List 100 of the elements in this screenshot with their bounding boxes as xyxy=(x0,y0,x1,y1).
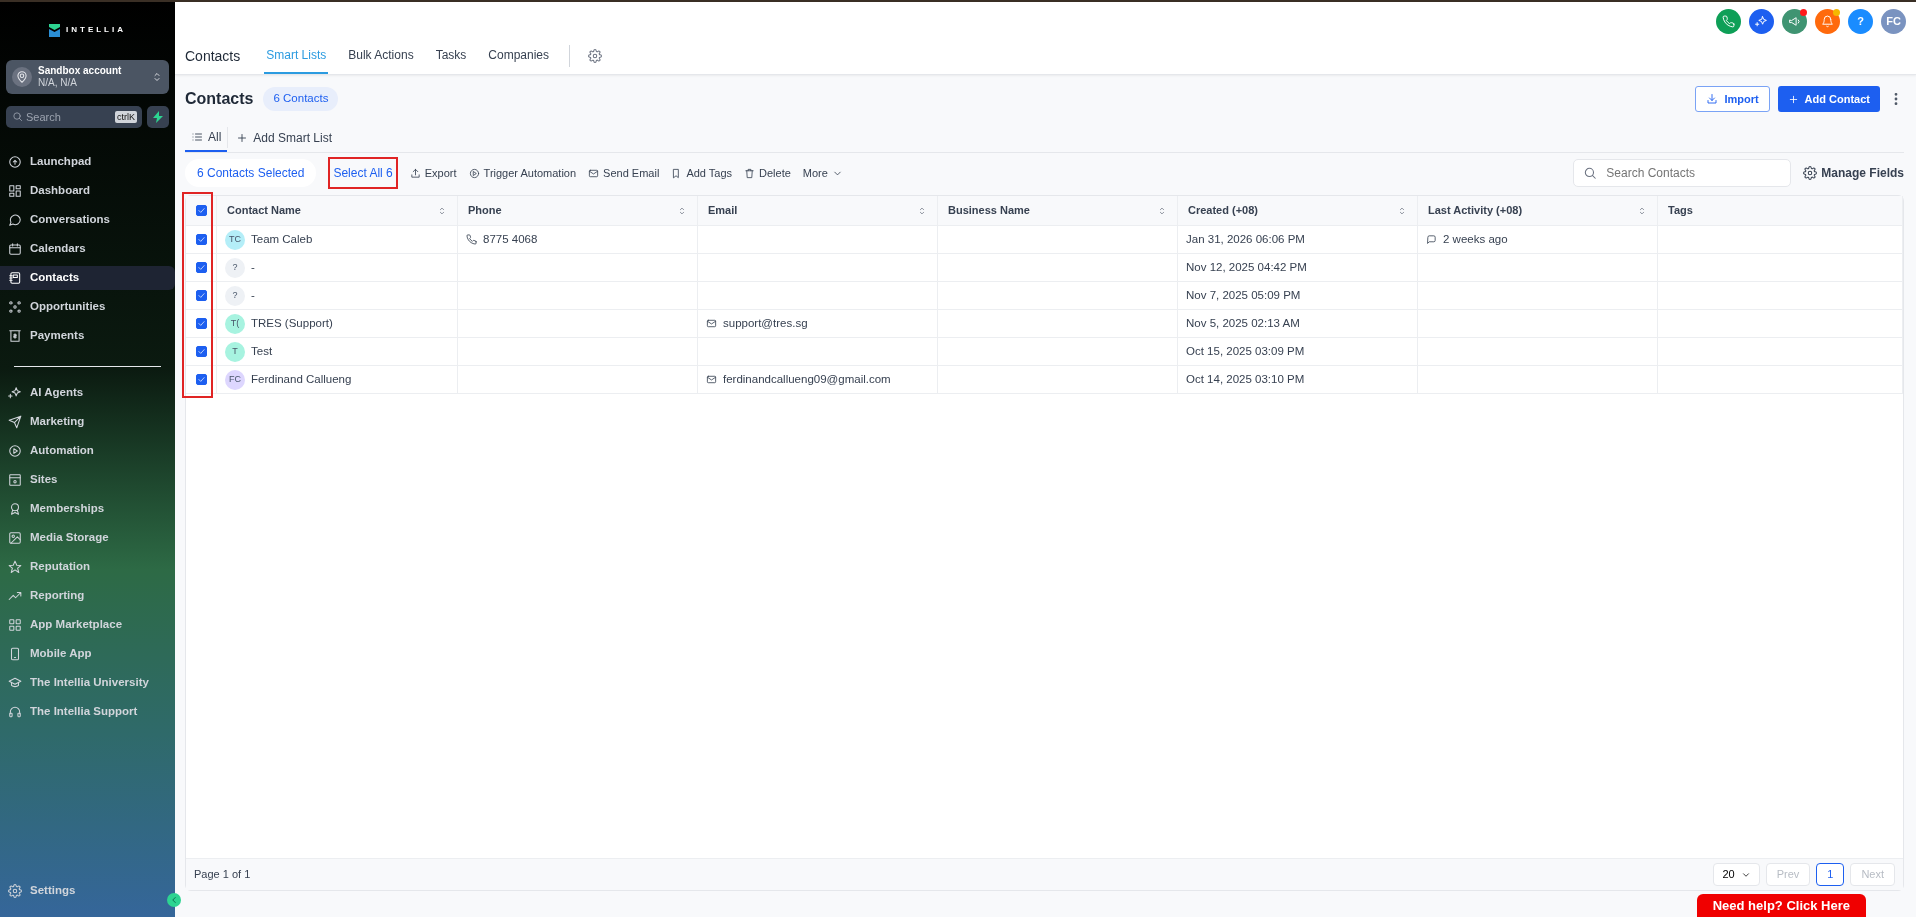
mail-icon xyxy=(706,374,717,385)
manage-fields-button[interactable]: Manage Fields xyxy=(1803,164,1904,182)
quick-action-button[interactable] xyxy=(147,106,169,128)
row-checkbox[interactable] xyxy=(195,234,207,245)
column-header[interactable]: Email xyxy=(708,202,738,219)
created-date: Jan 31, 2026 06:06 PM xyxy=(1186,231,1305,247)
browser-icon xyxy=(8,473,22,487)
trend-line-icon xyxy=(8,589,22,603)
contact-name: Test xyxy=(251,343,273,359)
ribbon-icon xyxy=(8,502,22,516)
settings-icon xyxy=(8,884,22,898)
account-switcher[interactable]: Sandbox account N/A, N/A xyxy=(6,60,169,94)
ai-button[interactable] xyxy=(1749,9,1774,34)
contact-count-badge: 6 Contacts xyxy=(263,87,339,111)
mail-icon xyxy=(588,167,600,179)
page-heading: Contacts xyxy=(185,46,241,66)
send-email-button[interactable]: Send Email xyxy=(588,164,660,182)
sidebar-item[interactable]: Reporting xyxy=(0,584,175,608)
sidebar-item[interactable]: Marketing xyxy=(0,410,175,434)
trigger-automation-button[interactable]: Trigger Automation xyxy=(468,164,577,182)
page-size-select[interactable]: 20 xyxy=(1713,863,1760,886)
select-all-checkbox[interactable] xyxy=(195,205,207,216)
import-button[interactable]: Import xyxy=(1695,85,1770,113)
add-smart-list-button[interactable]: Add Smart List xyxy=(227,127,341,148)
headset-icon xyxy=(8,705,22,719)
row-checkbox[interactable] xyxy=(195,290,207,301)
avatar: ? xyxy=(225,285,245,306)
automation-icon xyxy=(468,167,480,179)
nav-tab[interactable]: Companies xyxy=(486,38,552,74)
column-header[interactable]: Contact Name xyxy=(227,202,301,219)
avatar: ? xyxy=(225,257,245,278)
settings-link[interactable]: Settings xyxy=(0,879,175,903)
row-checkbox[interactable] xyxy=(195,318,207,329)
sidebar-item[interactable]: Media Storage xyxy=(0,526,175,550)
last-activity: 2 weeks ago xyxy=(1443,231,1508,247)
contact-name: TRES (Support) xyxy=(251,315,333,331)
page-button[interactable]: 1 xyxy=(1816,863,1845,886)
page-title: Contacts xyxy=(185,89,254,109)
avatar: T( xyxy=(225,313,245,334)
sidebar-item[interactable]: Sites xyxy=(0,468,175,492)
sidebar-item[interactable]: Automation xyxy=(0,439,175,463)
check-icon xyxy=(196,319,206,328)
phone-button[interactable] xyxy=(1716,9,1741,34)
column-header[interactable]: Phone xyxy=(468,202,502,219)
sidebar-item[interactable]: Memberships xyxy=(0,497,175,521)
contact-name: Team Caleb xyxy=(251,231,313,247)
play-icon xyxy=(8,444,22,458)
contact-name: - xyxy=(251,287,255,303)
sidebar-item[interactable]: Calendars xyxy=(0,237,175,261)
column-header[interactable]: Business Name xyxy=(948,202,1030,219)
settings-button[interactable] xyxy=(588,49,603,63)
column-header[interactable]: Created (+08) xyxy=(1188,202,1258,219)
collapse-button[interactable] xyxy=(167,893,181,907)
add-contact-button[interactable]: Add Contact xyxy=(1777,85,1880,113)
sidebar-item[interactable]: Launchpad xyxy=(0,150,175,174)
select-all-link[interactable]: Select All 6 xyxy=(328,157,398,189)
check-icon xyxy=(196,347,206,356)
search-icon xyxy=(1583,166,1598,180)
settings-icon xyxy=(588,49,603,63)
image-icon xyxy=(8,531,22,545)
check-icon xyxy=(196,291,206,300)
receipt-icon xyxy=(8,329,22,343)
sidebar-item[interactable]: Mobile App xyxy=(0,642,175,666)
dashboard-icon xyxy=(8,184,22,198)
sidebar-item[interactable]: AI Agents xyxy=(0,381,175,405)
sidebar-item[interactable]: Dashboard xyxy=(0,179,175,203)
settings-icon xyxy=(1803,166,1818,180)
chat-bubble-icon xyxy=(1426,234,1437,245)
sidebar-item[interactable]: Payments xyxy=(0,324,175,348)
check-icon xyxy=(196,263,206,272)
created-date: Nov 5, 2025 02:13 AM xyxy=(1186,315,1300,331)
list-tab[interactable]: All xyxy=(185,123,228,152)
nav-tab[interactable]: Tasks xyxy=(433,38,469,74)
sidebar-item[interactable]: The Intellia University xyxy=(0,671,175,695)
phone-icon xyxy=(1722,15,1735,28)
up-down-icon xyxy=(151,71,163,83)
rocket-icon xyxy=(8,155,22,169)
delete-button[interactable]: Delete xyxy=(744,164,791,182)
trash-icon xyxy=(744,167,756,179)
sidebar-item[interactable]: Reputation xyxy=(0,555,175,579)
announcements-button[interactable] xyxy=(1782,9,1807,34)
more-dropdown[interactable]: More xyxy=(802,164,843,182)
nav-tab[interactable]: Bulk Actions xyxy=(346,38,416,74)
row-checkbox[interactable] xyxy=(195,262,207,273)
search-field[interactable]: Search Contacts xyxy=(1573,159,1792,187)
add-tags-button[interactable]: Add Tags xyxy=(671,164,733,182)
notifications-button[interactable] xyxy=(1815,9,1840,34)
sidebar-item[interactable]: Contacts xyxy=(0,266,175,290)
created-date: Oct 15, 2025 03:09 PM xyxy=(1186,343,1305,359)
sidebar-item[interactable]: Opportunities xyxy=(0,295,175,319)
help-button[interactable]: Need help? Click Here xyxy=(1696,893,1866,917)
row-checkbox[interactable] xyxy=(195,374,207,385)
sidebar-item[interactable]: Conversations xyxy=(0,208,175,232)
apps-grid-icon xyxy=(8,618,22,632)
export-button[interactable]: Export xyxy=(409,164,457,182)
sidebar-item[interactable]: The Intellia Support xyxy=(0,700,175,724)
created-date: Nov 7, 2025 05:09 PM xyxy=(1186,287,1301,303)
row-checkbox[interactable] xyxy=(195,346,207,357)
contact-name: - xyxy=(251,259,255,275)
sidebar-item[interactable]: App Marketplace xyxy=(0,613,175,637)
